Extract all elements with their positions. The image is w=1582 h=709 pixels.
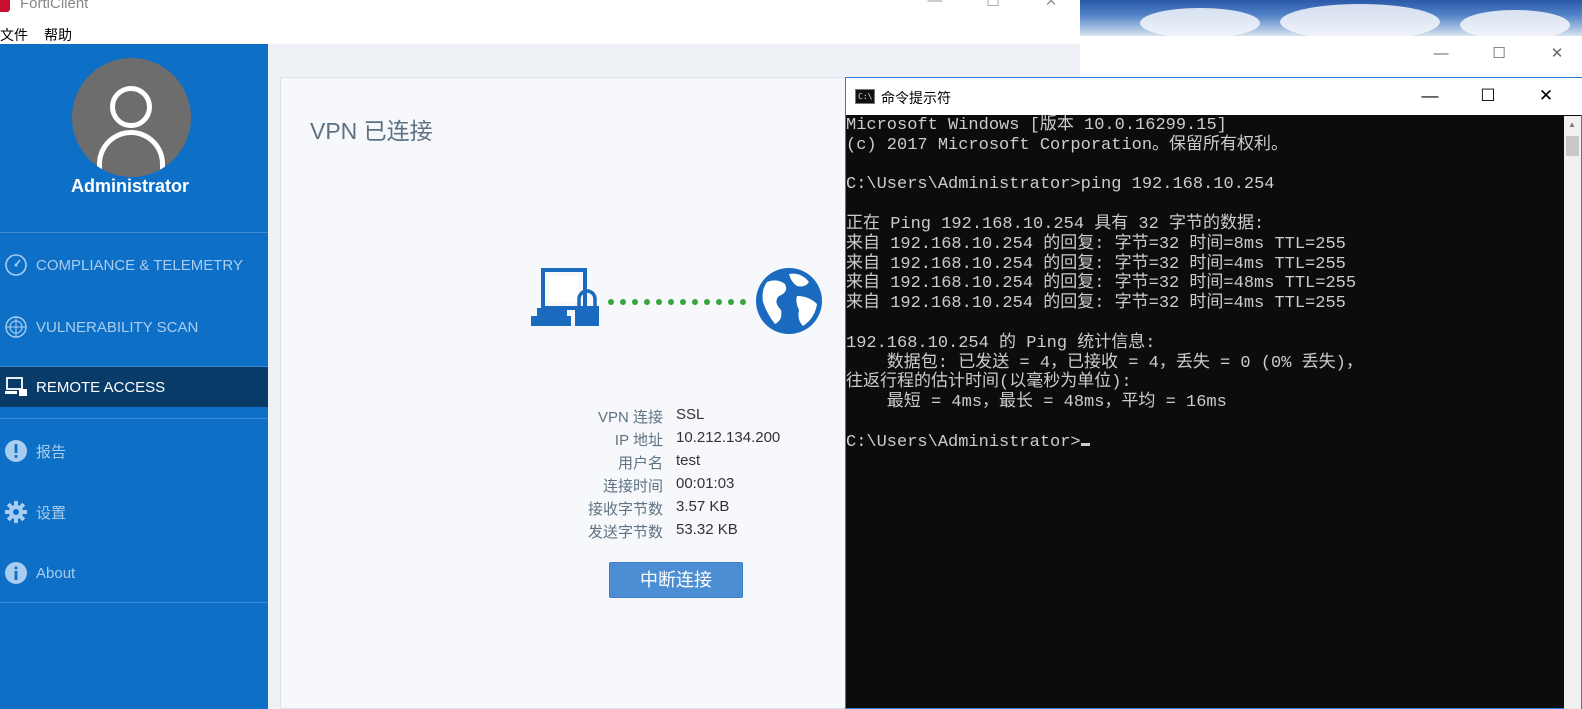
- desktop-wallpaper: [1080, 0, 1582, 36]
- cmd-maximize-button[interactable]: ☐: [1459, 82, 1517, 110]
- info-value: 53.32 KB: [676, 521, 738, 538]
- cmd-title: 命令提示符: [881, 90, 951, 106]
- info-key: IP 地址: [614, 432, 663, 449]
- cloud: [1460, 10, 1570, 36]
- cmd-line: [846, 156, 1556, 176]
- globe-icon: [756, 268, 822, 334]
- sidebar-item-report[interactable]: 报告: [0, 431, 268, 471]
- bg-close-button[interactable]: ✕: [1534, 40, 1580, 68]
- disconnect-button[interactable]: 中断连接: [609, 562, 743, 598]
- divider: [0, 232, 268, 233]
- divider: [0, 418, 268, 419]
- menubar: 文件 帮助: [0, 22, 1080, 44]
- avatar-head: [110, 86, 152, 128]
- cmd-line: (c) 2017 Microsoft Corporation。保留所有权利。: [846, 135, 1289, 155]
- cmd-line: C:\Users\Administrator>ping 192.168.10.2…: [846, 175, 1275, 195]
- sidebar-item-settings[interactable]: 设置: [0, 492, 268, 532]
- cmd-line: [846, 195, 1556, 215]
- cloud: [1140, 8, 1260, 36]
- computer-lock-icon: [531, 268, 599, 326]
- cmd-line: 来自 192.168.10.254 的回复: 字节=32 时间=48ms TTL…: [846, 274, 1357, 294]
- username: Administrator: [70, 176, 189, 196]
- connection-dots: [608, 299, 746, 305]
- scroll-up-icon[interactable]: ▲: [1568, 120, 1576, 129]
- cmd-line: [846, 314, 1556, 334]
- cmd-line: 最短 = 4ms，最长 = 48ms，平均 = 16ms: [846, 393, 1227, 413]
- info-key: 接收字节数: [587, 501, 663, 518]
- forti-maximize-button[interactable]: ☐: [970, 0, 1016, 14]
- cmd-line: 往返行程的估计时间(以毫秒为单位):: [846, 373, 1132, 393]
- cmd-line: 正在 Ping 192.168.10.254 具有 32 字节的数据:: [846, 214, 1265, 234]
- cmd-minimize-button[interactable]: —: [1401, 82, 1459, 110]
- alert-icon: [4, 439, 28, 463]
- sidebar-item-label: VULNERABILITY SCAN: [36, 318, 199, 336]
- sidebar-item-label: REMOTE ACCESS: [36, 378, 166, 396]
- scroll-thumb[interactable]: [1566, 136, 1579, 156]
- cmd-close-button[interactable]: ✕: [1517, 82, 1575, 110]
- cmd-line: 来自 192.168.10.254 的回复: 字节=32 时间=8ms TTL=…: [846, 234, 1346, 254]
- sidebar: Administrator COMPLIANCE & TELEMETRY VUL…: [0, 44, 268, 709]
- cmd-line: Microsoft Windows [版本 10.0.16299.15]: [846, 116, 1227, 135]
- forti-minimize-button[interactable]: —: [912, 0, 958, 14]
- forti-close-button[interactable]: ✕: [1028, 0, 1074, 14]
- cmd-line: 来自 192.168.10.254 的回复: 字节=32 时间=4ms TTL=…: [846, 254, 1346, 274]
- info-key: VPN 连接: [597, 409, 663, 426]
- info-key: 连接时间: [602, 478, 663, 495]
- forticlient-title: FortiClient: [20, 0, 89, 12]
- info-value: 10.212.134.200: [676, 429, 781, 446]
- avatar-body: [97, 130, 165, 177]
- info-key: 发送字节数: [587, 524, 663, 541]
- sidebar-item-label: 设置: [36, 504, 67, 522]
- sidebar-item-about[interactable]: About: [0, 553, 268, 593]
- cmd-output[interactable]: Microsoft Windows [版本 10.0.16299.15] (c) …: [846, 116, 1556, 708]
- sidebar-item-remote-access[interactable]: REMOTE ACCESS: [0, 367, 268, 407]
- info-icon: [4, 561, 28, 585]
- sidebar-item-compliance[interactable]: COMPLIANCE & TELEMETRY: [0, 245, 268, 285]
- cmd-window: C:\ 命令提示符 — ☐ ✕ Microsoft Windows [版本 10…: [845, 77, 1582, 709]
- info-value: SSL: [676, 406, 705, 423]
- cmd-app-icon: C:\: [855, 89, 875, 104]
- vpn-status-title: VPN 已连接: [310, 118, 433, 144]
- cmd-titlebar: C:\ 命令提示符 — ☐ ✕: [846, 78, 1582, 115]
- info-value: 00:01:03: [676, 475, 735, 492]
- cmd-line: 192.168.10.254 的 Ping 统计信息:: [846, 333, 1156, 353]
- text-cursor: [1080, 442, 1090, 446]
- cmd-scrollbar[interactable]: ▲: [1564, 116, 1581, 709]
- info-key: 用户名: [617, 455, 663, 472]
- menu-help[interactable]: 帮助: [44, 25, 72, 45]
- bg-maximize-button[interactable]: ☐: [1476, 40, 1522, 68]
- bg-minimize-button[interactable]: —: [1418, 40, 1464, 68]
- cmd-line: 来自 192.168.10.254 的回复: 字节=32 时间=4ms TTL=…: [846, 294, 1346, 314]
- cmd-line: C:\Users\Administrator>: [846, 433, 1556, 453]
- avatar: [72, 58, 191, 177]
- info-value: 3.57 KB: [676, 498, 730, 515]
- sidebar-item-vulnerability[interactable]: VULNERABILITY SCAN: [0, 307, 268, 347]
- remote-access-icon: [4, 375, 28, 399]
- divider: [0, 602, 268, 603]
- forticlient-logo-icon: [0, 0, 10, 12]
- sidebar-item-label: About: [36, 564, 76, 582]
- gear-icon: [4, 500, 28, 524]
- forticlient-titlebar: FortiClient — ☐ ✕: [0, 0, 1080, 22]
- menu-file[interactable]: 文件: [0, 25, 28, 45]
- vpn-connection-illustration: [531, 268, 822, 334]
- sidebar-item-label: COMPLIANCE & TELEMETRY: [36, 256, 243, 274]
- cloud: [1280, 4, 1440, 36]
- cmd-line: 数据包: 已发送 = 4，已接收 = 4，丢失 = 0 (0% 丢失)，: [846, 353, 1363, 373]
- cmd-line: [846, 413, 1556, 433]
- speedometer-icon: [4, 253, 28, 277]
- info-value: test: [676, 452, 701, 469]
- sidebar-item-label: 报告: [36, 443, 67, 461]
- radar-icon: [4, 315, 28, 339]
